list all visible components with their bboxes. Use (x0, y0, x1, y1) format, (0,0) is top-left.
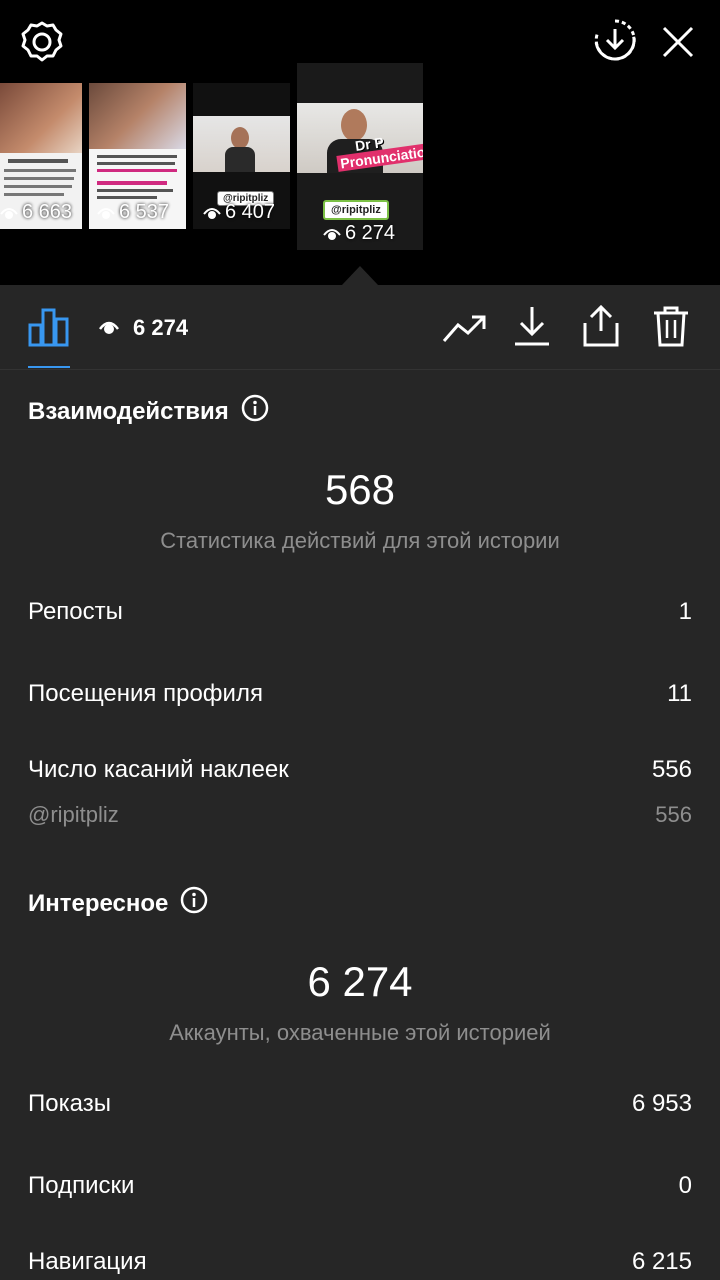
info-icon[interactable] (180, 886, 208, 921)
eye-icon (323, 228, 341, 240)
download-icon[interactable] (513, 305, 551, 347)
story-thumbnail-selected[interactable]: Dr P Pronunciation @ripitpliz 6 274 (297, 63, 423, 250)
person-thumbnail (225, 147, 255, 172)
share-icon[interactable] (582, 304, 620, 347)
thumbnail-views: 6 663 (0, 201, 82, 224)
stat-row: Показы 6 953 (28, 1090, 692, 1118)
section-title-interactions: Взаимодействия (28, 394, 269, 429)
stat-label: Показы (28, 1090, 111, 1117)
download-circle-icon[interactable] (593, 18, 637, 62)
eye-icon (203, 207, 221, 219)
thumbnail-views-count: 6 274 (345, 222, 396, 244)
eye-icon (98, 319, 120, 340)
interactions-total: 568 (324, 466, 396, 513)
stat-row: Подписки 0 (28, 1172, 692, 1200)
section-title-text: Взаимодействия (28, 397, 229, 425)
trash-icon[interactable] (652, 305, 690, 347)
thumbnail-views: 6 537 (97, 201, 186, 224)
thumbnail-handle: @ripitpliz (323, 200, 389, 220)
stat-row: Репосты 1 (28, 598, 692, 626)
views-count: 6 274 (133, 315, 189, 340)
stat-row: Навигация 6 215 (28, 1248, 692, 1276)
info-icon[interactable] (241, 394, 269, 429)
sticker-value: 556 (655, 802, 692, 827)
reach-total: 6 274 (307, 958, 413, 1005)
section-title-discovery: Интересное (28, 886, 208, 921)
stat-row: Число касаний наклеек 556 (28, 756, 692, 784)
story-strip: 6 663 6 537 @ripitpliz 6 407 Dr P Pronun… (0, 0, 720, 285)
interactions-subtitle: Статистика действий для этой истории (160, 528, 560, 553)
stat-value: 1 (678, 598, 692, 625)
close-icon[interactable] (660, 24, 696, 60)
gear-icon[interactable] (20, 20, 64, 64)
stat-value: 11 (667, 680, 692, 707)
story-thumbnail[interactable]: @ripitpliz 6 407 (193, 83, 290, 229)
thumbnail-views: 6 407 (203, 201, 290, 224)
sticker-row: @ripitpliz 556 (28, 802, 692, 828)
stat-value: 556 (651, 756, 692, 783)
thumbnail-views-count: 6 537 (119, 201, 170, 223)
stat-label: Посещения профиля (28, 680, 263, 707)
active-tab-indicator (28, 366, 70, 368)
stat-value: 6 953 (631, 1090, 692, 1117)
eye-icon (0, 207, 18, 219)
insights-toolbar: 6 274 (0, 285, 720, 370)
eye-icon (97, 207, 115, 219)
trending-icon[interactable] (442, 311, 486, 345)
stat-label: Подписки (28, 1172, 135, 1199)
thumbnail-views-count: 6 663 (22, 201, 73, 223)
stat-row: Посещения профиля 11 (28, 680, 692, 708)
reach-subtitle: Аккаунты, охваченные этой историей (169, 1020, 551, 1045)
story-thumbnail[interactable]: 6 663 (0, 83, 82, 229)
stat-value: 0 (678, 1172, 692, 1199)
stat-value: 6 215 (631, 1248, 692, 1275)
thumbnail-views-count: 6 407 (225, 201, 276, 223)
stat-label: Число касаний наклеек (28, 756, 289, 783)
section-title-text: Интересное (28, 889, 169, 917)
story-thumbnail[interactable]: 6 537 (89, 83, 186, 229)
stat-label: Репосты (28, 598, 123, 625)
bar-chart-icon[interactable] (28, 307, 70, 347)
person-thumbnail (231, 127, 249, 149)
thumbnail-views: 6 274 (323, 222, 423, 245)
selection-pointer (342, 266, 378, 285)
stat-label: Навигация (28, 1248, 147, 1275)
sticker-label: @ripitpliz (28, 802, 119, 827)
